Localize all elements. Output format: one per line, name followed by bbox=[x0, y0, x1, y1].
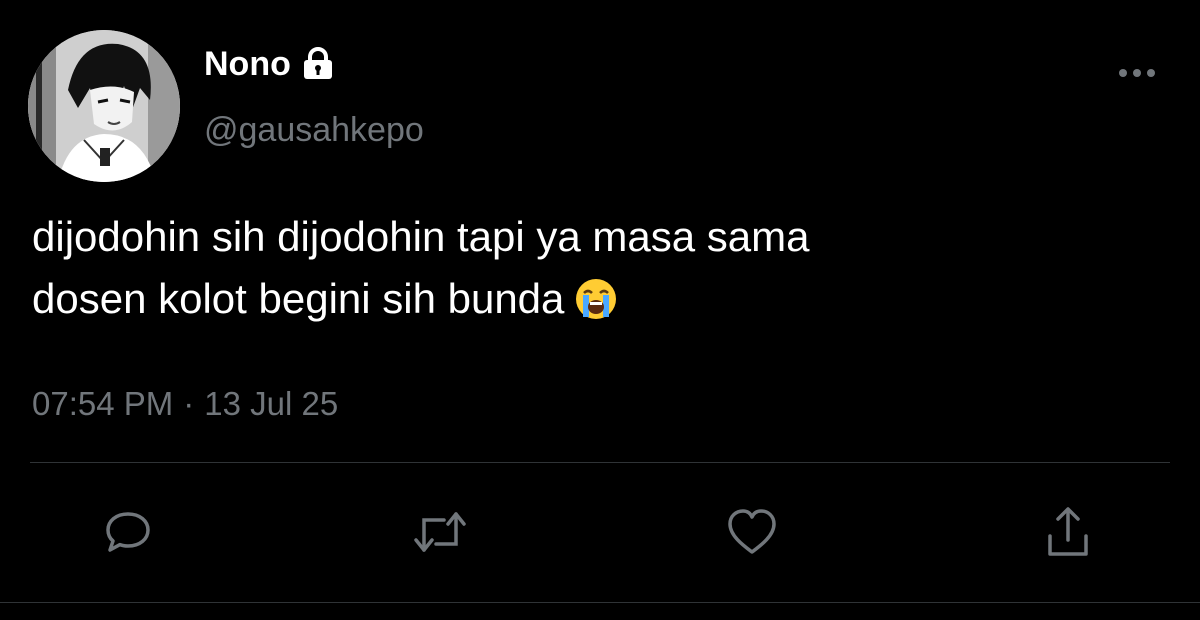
tweet-timestamp[interactable]: 07:54 PM · 13 Jul 25 bbox=[32, 382, 338, 426]
tweet-time: 07:54 PM bbox=[32, 385, 174, 422]
action-bar bbox=[0, 500, 1200, 564]
user-handle[interactable]: @gausahkepo bbox=[204, 108, 424, 152]
reply-button[interactable] bbox=[96, 500, 160, 564]
share-icon bbox=[1048, 507, 1088, 556]
lock-icon bbox=[301, 47, 335, 81]
retweet-icon bbox=[414, 512, 466, 552]
avatar-image bbox=[28, 30, 180, 182]
retweet-button[interactable] bbox=[408, 500, 472, 564]
heart-icon bbox=[728, 509, 776, 554]
display-name[interactable]: Nono bbox=[204, 42, 335, 86]
avatar[interactable] bbox=[28, 30, 180, 182]
display-name-text[interactable]: Nono bbox=[204, 42, 291, 86]
reply-icon bbox=[106, 512, 150, 552]
like-button[interactable] bbox=[720, 500, 784, 564]
more-options-button[interactable] bbox=[1112, 56, 1162, 90]
tweet-text-line-1: dijodohin sih dijodohin tapi ya masa sam… bbox=[32, 213, 810, 260]
tweet-text: dijodohin sih dijodohin tapi ya masa sam… bbox=[32, 206, 1152, 338]
tweet-card: Nono @gausahkepo dijodohin sih dijodohin… bbox=[0, 0, 1200, 620]
tweet-text-line-2-text: dosen kolot begini sih bunda bbox=[32, 275, 565, 322]
divider bbox=[30, 462, 1170, 463]
share-button[interactable] bbox=[1036, 500, 1100, 564]
more-horizontal-icon bbox=[1119, 69, 1155, 77]
tweet-date: 13 Jul 25 bbox=[204, 385, 339, 422]
loudly-crying-face-icon bbox=[574, 276, 618, 338]
bottom-divider bbox=[0, 602, 1200, 603]
meta-separator: · bbox=[183, 385, 195, 422]
tweet-text-line-2: dosen kolot begini sih bunda bbox=[32, 268, 1152, 338]
